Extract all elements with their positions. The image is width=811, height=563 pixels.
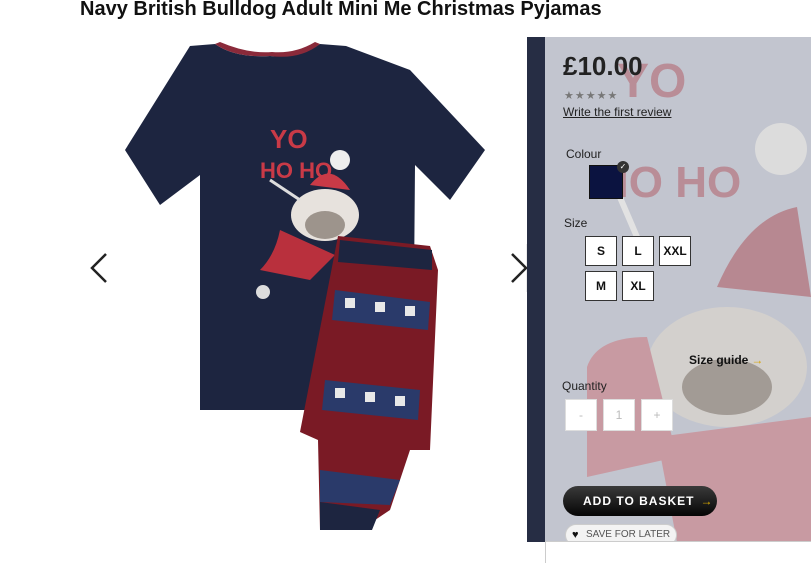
size-guide-link[interactable]: Size guide →	[689, 353, 763, 367]
product-details-panel: YO HO HO £10.00 ★★★★★ Write the first re…	[527, 37, 811, 542]
size-button-xl[interactable]: XL	[622, 271, 654, 301]
product-price: £10.00	[563, 51, 643, 81]
size-guide-label: Size guide	[689, 353, 749, 367]
divider	[545, 541, 546, 563]
divider	[545, 541, 811, 542]
rating-stars: ★★★★★	[564, 90, 619, 102]
colour-label: Colour	[566, 147, 602, 161]
save-for-later-label: SAVE FOR LATER	[586, 529, 671, 540]
quantity-label: Quantity	[562, 379, 607, 393]
previous-image-button[interactable]	[88, 250, 112, 286]
quantity-input[interactable]: 1	[603, 399, 635, 431]
selected-check-icon: ✓	[617, 161, 629, 173]
write-review-link[interactable]: Write the first review	[563, 105, 671, 119]
add-to-basket-button[interactable]: ADD TO BASKET →	[563, 486, 717, 516]
chevron-right-icon: →	[700, 494, 714, 508]
size-button-s[interactable]: S	[585, 236, 617, 266]
quantity-decrease-button[interactable]: -	[565, 399, 597, 431]
chevron-right-icon: →	[751, 353, 764, 367]
panel-left-strip	[527, 37, 545, 542]
add-to-basket-label: ADD TO BASKET	[583, 494, 695, 508]
size-button-l[interactable]: L	[622, 236, 654, 266]
chevron-left-icon	[90, 253, 107, 283]
size-button-m[interactable]: M	[585, 271, 617, 301]
save-for-later-button[interactable]: ♥ SAVE FOR LATER	[565, 524, 677, 542]
size-button-xxl[interactable]: XXL	[659, 236, 691, 266]
quantity-increase-button[interactable]: +	[641, 399, 673, 431]
product-title: Navy British Bulldog Adult Mini Me Chris…	[80, 0, 602, 20]
heart-icon: ♥	[572, 529, 579, 541]
product-image: YO HO HO	[125, 42, 485, 530]
tee-yo-text: YO	[270, 124, 308, 154]
size-label: Size	[564, 216, 588, 230]
